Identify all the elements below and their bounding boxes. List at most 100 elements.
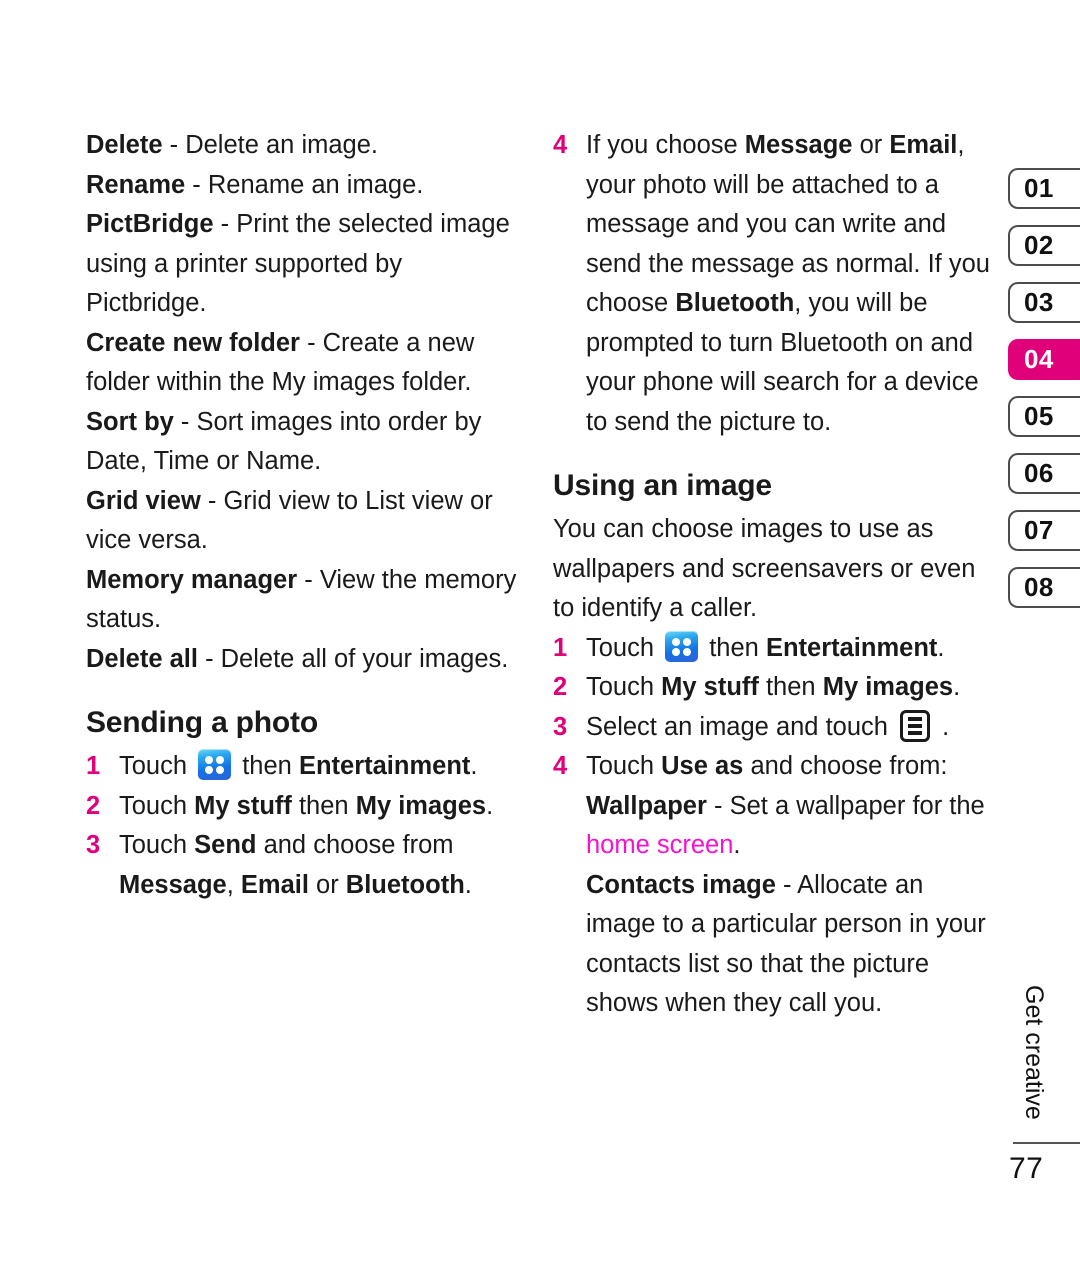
- definition-entry: Grid view - Grid view to List view or vi…: [86, 482, 518, 561]
- step-number: 2: [553, 673, 568, 701]
- step-text: Touch My stuff then My images.: [119, 787, 518, 827]
- emphasised-term: Send: [194, 831, 257, 859]
- emphasised-term: Memory manager: [86, 565, 298, 594]
- numbered-step: 1 Touch then Entertainment.: [86, 747, 518, 787]
- highlighted-term: home screen: [586, 831, 734, 859]
- emphasised-term: Use as: [661, 752, 744, 780]
- chapter-tab-label: 06: [1024, 458, 1054, 488]
- body-text: .: [470, 752, 478, 780]
- chapter-tab-08[interactable]: 08: [1008, 567, 1080, 608]
- chapter-tab-02[interactable]: 02: [1008, 225, 1080, 266]
- sending-a-photo-steps: 1 Touch then Entertainment. 2 Touch My stuf…: [86, 747, 518, 905]
- emphasised-term: Entertainment: [298, 752, 471, 780]
- body-text: .: [733, 831, 741, 859]
- right-text-column: 4 If you choose Message or Email, your ph…: [553, 0, 998, 1024]
- step-number: 3: [553, 712, 568, 741]
- using-an-image-intro: You can choose images to use as wallpape…: [553, 515, 976, 622]
- emphasised-term: Bluetooth: [675, 289, 795, 317]
- chapter-tab-label: 03: [1024, 287, 1054, 317]
- body-text: or: [308, 870, 346, 899]
- list-menu-icon: [900, 709, 931, 742]
- definition-entry: Memory manager - View the memory status.: [86, 561, 518, 640]
- app-grid-icon: [665, 630, 699, 662]
- definition-entry: Delete - Delete an image.: [86, 126, 518, 166]
- numbered-step: 3 Touch Send and choose from Message, Ema…: [86, 826, 518, 905]
- body-text: and choose from:: [743, 752, 948, 780]
- step-text: If you choose Message or Email, your pho…: [586, 126, 998, 442]
- use-as-options: Wallpaper - Set a wallpaper for the home…: [553, 787, 998, 1024]
- body-text: Touch: [119, 831, 195, 859]
- chapter-tab-label: 02: [1024, 230, 1054, 260]
- body-text: Touch: [586, 633, 662, 662]
- chapter-tab-07[interactable]: 07: [1008, 510, 1080, 551]
- chapter-tab-label: 08: [1024, 572, 1054, 602]
- emphasised-term: My stuff: [194, 791, 292, 820]
- definition-entry: PictBridge - Print the selected image us…: [86, 205, 518, 324]
- sending-a-photo-heading: Sending a photo: [86, 706, 318, 739]
- step-number: 4: [553, 131, 568, 159]
- definition-entry: Sort by - Sort images into order by Date…: [86, 403, 518, 482]
- left-text-column: Delete - Delete an image. Rename - Rename…: [86, 0, 518, 905]
- body-text: then: [235, 752, 299, 780]
- page-number: 77: [1009, 1152, 1044, 1185]
- emphasised-term: Create new folder: [86, 328, 300, 357]
- emphasised-term: Message: [744, 131, 853, 159]
- body-text: Touch: [586, 752, 662, 780]
- chapter-tab-label: 05: [1024, 401, 1054, 431]
- chapter-tab-rail[interactable]: 01 02 03 04 05 06 07 08: [1008, 168, 1080, 624]
- body-text: - Delete an image.: [162, 131, 378, 159]
- step-text: Select an image and touch .: [586, 708, 998, 748]
- body-text: and choose from: [256, 831, 454, 859]
- emphasised-term: Entertainment: [765, 633, 938, 662]
- step-text: Touch My stuff then My images.: [586, 668, 998, 708]
- body-text: Select an image and touch: [586, 712, 896, 741]
- continued-step-4: 4 If you choose Message or Email, your ph…: [553, 126, 998, 442]
- body-text: or: [852, 131, 890, 159]
- step-number: 1: [553, 633, 568, 662]
- body-text: then: [702, 633, 766, 662]
- body-text: - Delete all of your images.: [197, 644, 509, 673]
- step-text: Touch then Entertainment.: [586, 629, 998, 669]
- step-number: 3: [86, 831, 101, 859]
- body-text: .: [486, 791, 494, 820]
- using-an-image-heading: Using an image: [553, 469, 772, 502]
- numbered-step: 1 Touch then Entertainment.: [553, 629, 998, 669]
- body-text: Touch: [119, 791, 195, 820]
- numbered-step: 3 Select an image and touch .: [553, 708, 998, 748]
- emphasised-term: Contacts image: [586, 870, 776, 899]
- chapter-tab-01[interactable]: 01: [1008, 168, 1080, 209]
- step-text: Touch Send and choose from Message, Emai…: [119, 826, 518, 905]
- step-number: 2: [86, 791, 101, 820]
- body-text: .: [937, 633, 945, 662]
- body-text: Touch: [119, 752, 195, 780]
- emphasised-term: PictBridge: [86, 210, 214, 238]
- emphasised-term: Message: [119, 870, 227, 899]
- emphasised-term: Email: [240, 870, 309, 899]
- body-text: .: [464, 870, 472, 899]
- chapter-tab-label: 07: [1024, 515, 1054, 545]
- chapter-tab-03[interactable]: 03: [1008, 282, 1080, 323]
- step-number: 4: [553, 752, 568, 780]
- emphasised-term: My images: [355, 791, 487, 820]
- step-number: 1: [86, 752, 101, 780]
- emphasised-term: Delete: [86, 131, 163, 159]
- chapter-label: Get creative: [1020, 985, 1048, 1120]
- use-as-option: Contacts image - Allocate an image to a …: [553, 866, 998, 1024]
- emphasised-term: My stuff: [661, 673, 759, 701]
- numbered-step: 2 Touch My stuff then My images.: [86, 787, 518, 827]
- emphasised-term: Wallpaper: [586, 791, 707, 820]
- numbered-step: 4 Touch Use as and choose from:: [553, 747, 998, 787]
- chapter-tab-04[interactable]: 04: [1008, 339, 1080, 380]
- chapter-tab-06[interactable]: 06: [1008, 453, 1080, 494]
- chapter-tab-05[interactable]: 05: [1008, 396, 1080, 437]
- using-an-image-steps: 1 Touch then Entertainment. 2 Touch My stuf…: [553, 629, 998, 787]
- emphasised-term: My images: [822, 673, 954, 701]
- emphasised-term: Rename: [86, 170, 186, 199]
- body-text: .: [935, 712, 950, 741]
- body-text: Touch: [586, 673, 662, 701]
- emphasised-term: Sort by: [86, 407, 174, 436]
- emphasised-term: Delete all: [86, 644, 198, 673]
- body-text: .: [953, 673, 961, 701]
- emphasised-term: Email: [889, 131, 958, 159]
- folio-rule: [1013, 1142, 1080, 1144]
